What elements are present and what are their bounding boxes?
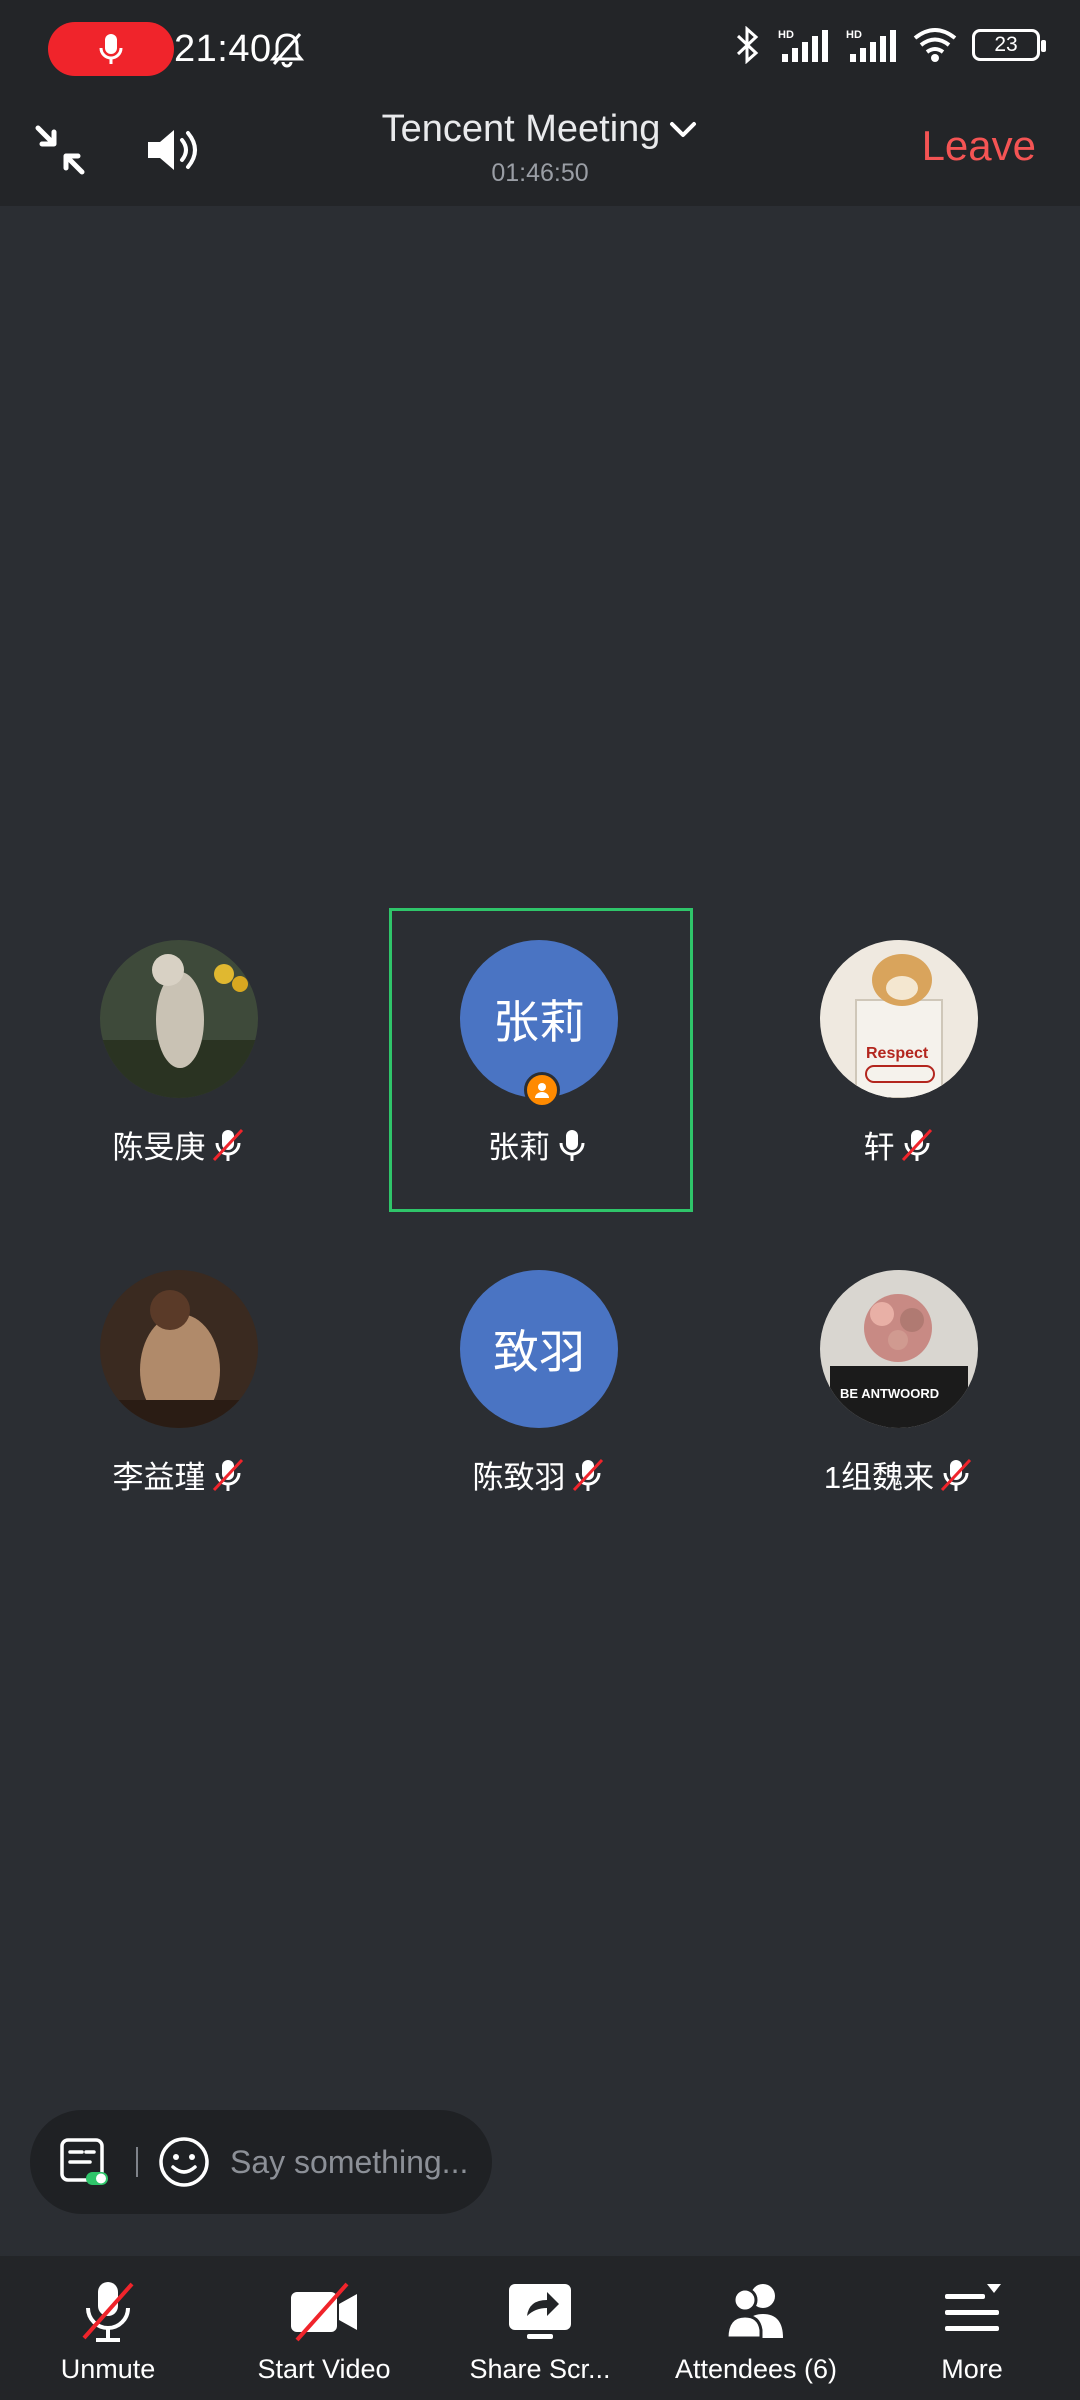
- bell-muted-icon: [269, 33, 305, 68]
- battery-icon: 23: [972, 29, 1046, 61]
- signal-hd-icon: HD: [846, 29, 896, 62]
- participant-name: 陈旻庚: [112, 1130, 206, 1165]
- start-video-button[interactable]: Start Video: [216, 2256, 432, 2400]
- video-off-icon: [291, 2282, 357, 2342]
- leave-button[interactable]: Leave: [922, 122, 1036, 170]
- more-button[interactable]: More: [864, 2256, 1080, 2400]
- mic-muted-icon: [572, 1458, 603, 1491]
- avatar: BE ANTWOORD: [820, 1270, 978, 1428]
- microphone-icon: [99, 34, 123, 64]
- mic-muted-icon: [212, 1128, 243, 1161]
- participant-name: 1组魏来: [823, 1460, 935, 1495]
- status-bar: 21:40 HD HD 23: [0, 0, 1080, 100]
- participant-name: 李益瑾: [112, 1460, 206, 1495]
- microphone-icon: [559, 1129, 585, 1161]
- bottom-toolbar: Unmute Start Video Share Scr... Attendee…: [0, 2256, 1080, 2400]
- host-badge-icon: [524, 1072, 560, 1108]
- signal-hd-icon: HD: [778, 29, 828, 62]
- captions-icon[interactable]: [56, 2134, 112, 2190]
- start-video-label: Start Video: [257, 2354, 391, 2384]
- chat-bar[interactable]: Say something...: [30, 2110, 492, 2214]
- divider: [136, 2147, 138, 2177]
- more-menu-icon: [945, 2284, 1001, 2331]
- wifi-icon: [913, 28, 957, 62]
- participant-name: 陈致羽: [472, 1460, 566, 1495]
- svg-text:HD: HD: [778, 29, 794, 41]
- bluetooth-icon: [736, 26, 759, 64]
- unmute-label: Unmute: [60, 2354, 156, 2384]
- recording-indicator[interactable]: [48, 22, 174, 76]
- svg-text:Respect: Respect: [866, 1045, 929, 1062]
- participant-tile[interactable]: BE ANTWOORD 1组魏来: [724, 1238, 1024, 1538]
- participant-name: 轩: [863, 1130, 895, 1165]
- mic-muted-icon: [212, 1458, 243, 1491]
- meeting-timer: 01:46:50: [491, 159, 589, 187]
- attendees-button[interactable]: Attendees (6): [648, 2256, 864, 2400]
- attendees-icon: [725, 2284, 783, 2340]
- avatar: 致羽: [460, 1270, 618, 1428]
- participant-name: 张莉: [488, 1130, 550, 1165]
- svg-text:HD: HD: [846, 29, 862, 41]
- unmute-button[interactable]: Unmute: [0, 2256, 216, 2400]
- meeting-title[interactable]: Tencent Meeting: [382, 108, 699, 151]
- status-time: 21:40: [174, 28, 272, 70]
- svg-text:BE ANTWOORD: BE ANTWOORD: [840, 1386, 939, 1401]
- battery-level: 23: [994, 33, 1018, 56]
- avatar: [100, 940, 258, 1098]
- participant-tile[interactable]: 张莉 张莉: [364, 908, 664, 1208]
- chat-input[interactable]: Say something...: [230, 2144, 468, 2181]
- mic-muted-icon: [941, 1458, 972, 1491]
- share-screen-button[interactable]: Share Scr...: [432, 2256, 648, 2400]
- attendees-label: Attendees (6): [674, 2354, 838, 2384]
- emoji-icon[interactable]: [156, 2134, 212, 2190]
- meeting-title-text: Tencent Meeting: [381, 108, 661, 150]
- participant-tile[interactable]: 陈旻庚: [4, 908, 304, 1208]
- chevron-down-icon: [670, 121, 697, 137]
- participant-tile[interactable]: 致羽 陈致羽: [364, 1238, 664, 1538]
- mic-muted-icon: [82, 2282, 134, 2342]
- more-label: More: [941, 2354, 1003, 2384]
- share-screen-label: Share Scr...: [469, 2354, 611, 2384]
- meeting-header: Tencent Meeting 01:46:50 Leave: [0, 100, 1080, 206]
- participant-tile[interactable]: Respect 轩: [724, 908, 1024, 1208]
- avatar: Respect: [820, 940, 978, 1098]
- participant-tile[interactable]: 李益瑾: [4, 1238, 304, 1538]
- avatar: [100, 1270, 258, 1428]
- mic-muted-icon: [901, 1128, 932, 1161]
- share-screen-icon: [509, 2284, 571, 2339]
